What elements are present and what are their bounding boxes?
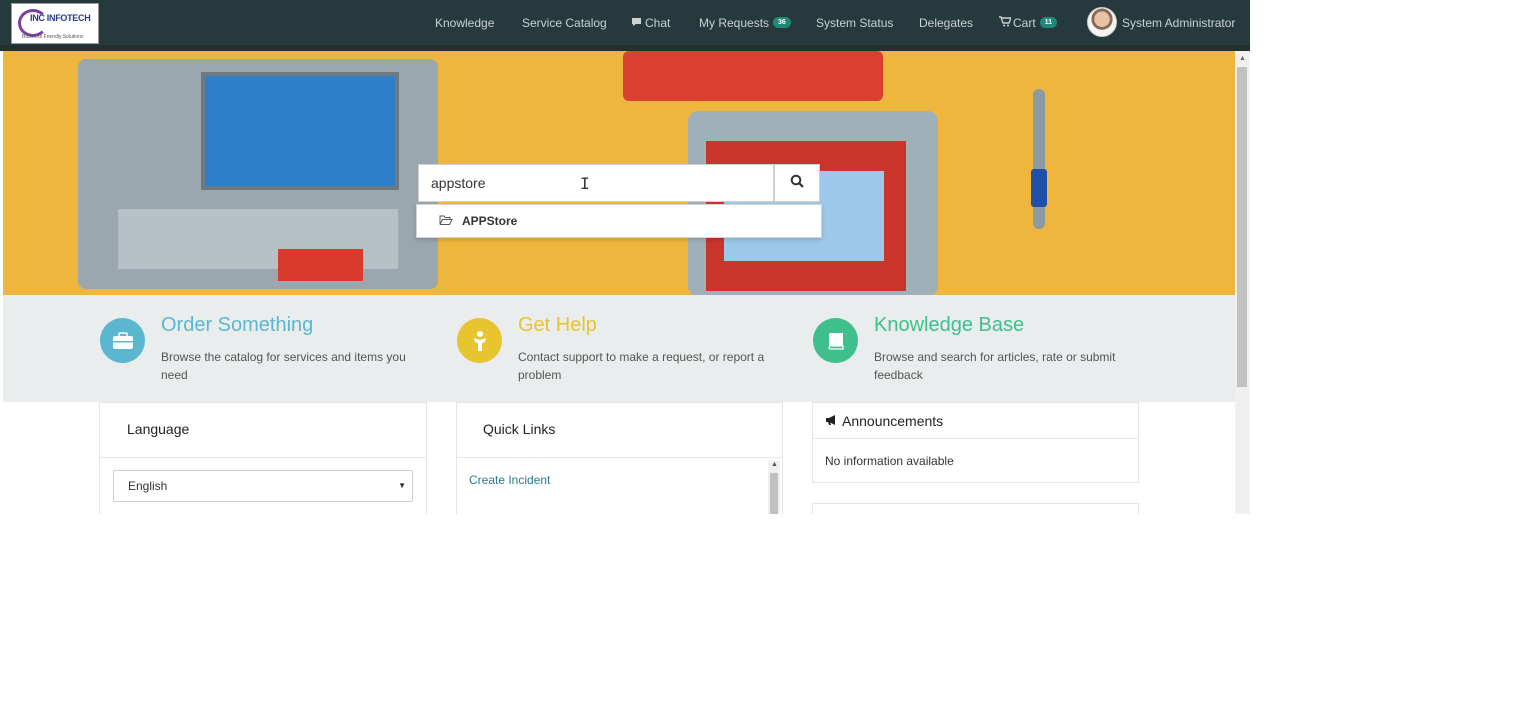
chat-bubble-icon xyxy=(631,16,642,30)
robot-illustration-left xyxy=(78,59,438,289)
nav-knowledge-label: Knowledge xyxy=(435,15,495,30)
nav-delegates-label: Delegates xyxy=(919,15,974,30)
nav-user-menu[interactable]: System Administrator xyxy=(1122,0,1235,45)
robot-illustration-right xyxy=(688,111,938,295)
secondary-card xyxy=(812,503,1139,514)
nav-service-catalog[interactable]: Service Catalog xyxy=(522,0,607,45)
card-divider xyxy=(457,457,782,458)
scroll-up-arrow-icon[interactable]: ▲ xyxy=(771,461,778,468)
cart-icon xyxy=(999,15,1013,30)
announcements-empty-text: No information available xyxy=(825,454,954,468)
get-help-title: Get Help xyxy=(518,314,597,336)
page-scroll-thumb[interactable] xyxy=(1237,67,1247,387)
language-select-value: English xyxy=(128,479,168,493)
order-something-desc: Browse the catalog for services and item… xyxy=(161,350,406,382)
get-help-desc: Contact support to make a request, or re… xyxy=(518,350,765,382)
knowledge-base-title: Knowledge Base xyxy=(874,314,1025,336)
book-icon xyxy=(813,318,858,363)
robot-screen xyxy=(201,72,399,190)
portal-search xyxy=(418,164,822,202)
knowledge-base-desc: Browse and search for articles, rate or … xyxy=(874,350,1116,382)
search-input[interactable] xyxy=(418,164,774,202)
quick-link-create-incident[interactable]: Create Incident xyxy=(469,473,550,487)
person-help-icon xyxy=(457,318,502,363)
announcements-header: Announcements xyxy=(825,413,943,429)
nav-service-catalog-label: Service Catalog xyxy=(522,15,607,30)
nav-my-requests-label: My Requests xyxy=(699,15,770,30)
page-scrollbar[interactable]: ▲ xyxy=(1235,51,1250,514)
language-card-title: Language xyxy=(127,421,190,437)
card-divider xyxy=(100,457,426,458)
app-window: INC INFOTECH Business Friendly Solutions… xyxy=(0,0,1250,514)
quick-links-scroll-thumb[interactable] xyxy=(770,473,778,514)
nav-system-status[interactable]: System Status xyxy=(816,0,893,45)
search-icon xyxy=(790,174,804,193)
nav-knowledge[interactable]: Knowledge xyxy=(435,0,494,45)
robot-illustration-top xyxy=(623,51,883,101)
briefcase-icon xyxy=(100,318,145,363)
robot-red-module xyxy=(278,249,363,281)
my-requests-count-badge: 36 xyxy=(773,17,791,28)
cart-count-badge: 11 xyxy=(1039,17,1058,28)
card-divider xyxy=(813,438,1138,439)
nav-my-requests[interactable]: My Requests 36 xyxy=(699,0,791,45)
top-nav-bar: INC INFOTECH Business Friendly Solutions… xyxy=(0,0,1250,51)
order-something-title: Order Something xyxy=(161,314,314,336)
quick-links-title: Quick Links xyxy=(483,421,556,437)
nav-cart-label: Cart xyxy=(1013,15,1036,30)
search-button[interactable] xyxy=(774,164,820,202)
folder-open-icon xyxy=(439,214,453,229)
search-suggestion-item[interactable]: APPStore xyxy=(416,204,822,238)
logo-tagline: Business Friendly Solutions xyxy=(22,34,84,40)
quick-links-scrollbar[interactable]: ▲ xyxy=(768,461,780,514)
nav-chat-label: Chat xyxy=(645,15,671,30)
user-name-label: System Administrator xyxy=(1122,15,1236,30)
nav-cart[interactable]: Cart 11 xyxy=(999,0,1058,45)
search-suggestion-label: APPStore xyxy=(462,214,518,228)
language-select[interactable]: English ▼ xyxy=(113,470,413,502)
feature-band: Order Something Browse the catalog for s… xyxy=(3,295,1235,402)
quick-links-card: Quick Links Create Incident ▲ xyxy=(456,402,783,514)
robot-antenna xyxy=(1031,89,1047,229)
user-avatar[interactable] xyxy=(1087,7,1117,37)
announcements-card: Announcements No information available xyxy=(812,402,1139,483)
scroll-up-arrow-icon[interactable]: ▲ xyxy=(1239,55,1246,62)
announcements-title: Announcements xyxy=(842,413,944,429)
caret-down-icon: ▼ xyxy=(398,481,406,490)
nav-system-status-label: System Status xyxy=(816,15,894,30)
logo-text: INC INFOTECH xyxy=(30,13,91,23)
company-logo[interactable]: INC INFOTECH Business Friendly Solutions xyxy=(11,3,99,44)
text-cursor-icon: I xyxy=(580,174,590,193)
nav-chat[interactable]: Chat xyxy=(631,0,670,45)
bullhorn-icon xyxy=(825,413,839,429)
language-card: Language English ▼ xyxy=(99,402,427,514)
antenna-connector xyxy=(1031,169,1047,207)
nav-delegates[interactable]: Delegates xyxy=(919,0,973,45)
